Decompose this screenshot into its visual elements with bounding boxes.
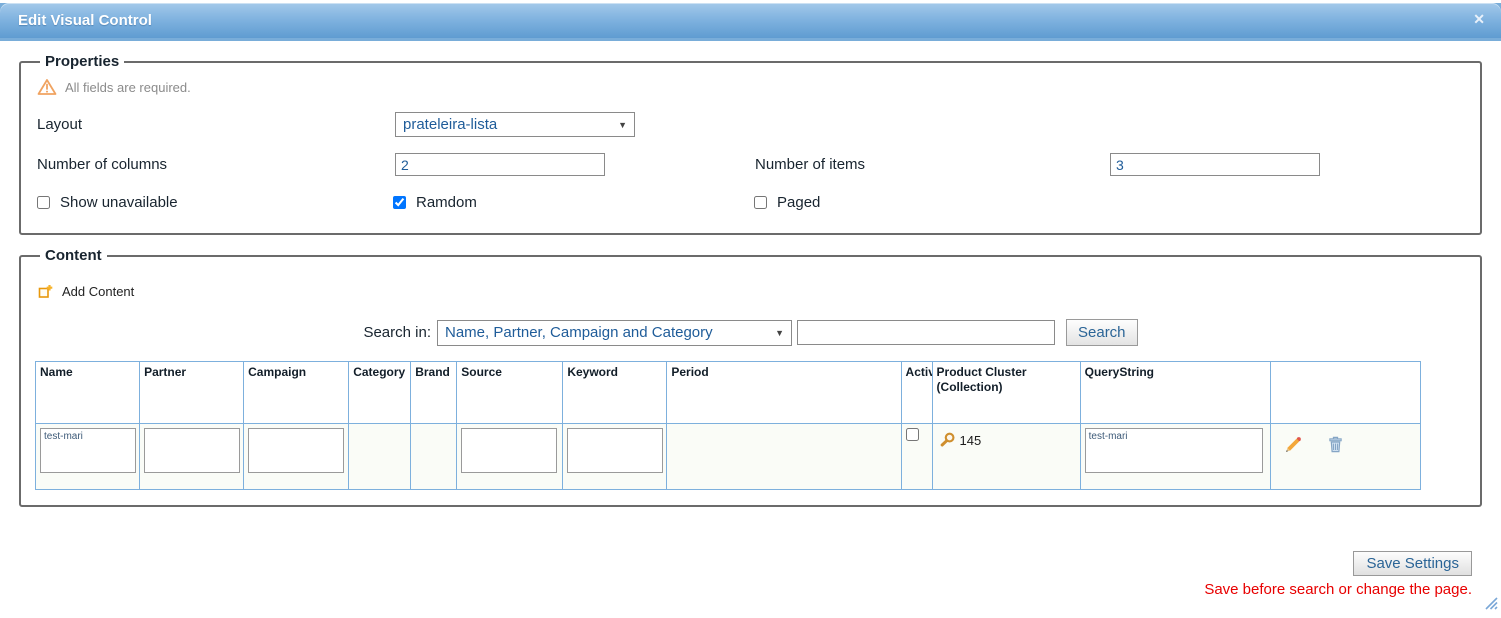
columns-label: Number of columns (35, 156, 395, 173)
cell-period (667, 424, 901, 490)
column-header-campaign: Campaign (244, 362, 349, 424)
cell-keyword (563, 424, 667, 490)
column-header-querystring: QueryString (1080, 362, 1270, 424)
dialog-titlebar-inner: Edit Visual Control ✕ (0, 3, 1501, 38)
column-header-product-cluster: Product Cluster (Collection) (932, 362, 1080, 424)
dialog-title: Edit Visual Control (18, 12, 152, 29)
resize-handle[interactable] (1481, 593, 1498, 615)
cell-querystring: test-mari (1080, 424, 1270, 490)
cell-category (349, 424, 411, 490)
required-note: All fields are required. (65, 80, 191, 95)
column-header-active: Activ (901, 362, 932, 424)
show-unavailable-group: Show unavailable (35, 194, 393, 211)
properties-section: Properties All fields are required. Layo… (19, 53, 1482, 235)
add-content-label: Add Content (62, 284, 134, 299)
content-table: Name Partner Campaign Category Brand Sou… (35, 361, 1421, 490)
search-input[interactable] (797, 320, 1055, 345)
layout-label: Layout (35, 116, 395, 133)
dialog-titlebar: Edit Visual Control ✕ (0, 3, 1501, 41)
numbers-row: Number of columns Number of items (35, 153, 1466, 176)
random-label: Ramdom (416, 194, 477, 211)
layout-select-value: prateleira-lista (403, 116, 497, 133)
show-unavailable-label: Show unavailable (60, 194, 178, 211)
cell-name: test-mari (36, 424, 140, 490)
show-unavailable-checkbox[interactable] (37, 196, 50, 209)
required-note-row: All fields are required. (37, 78, 1466, 96)
columns-input[interactable] (395, 153, 605, 176)
paged-group: Paged (754, 194, 820, 211)
cell-partner (140, 424, 244, 490)
paged-label: Paged (777, 194, 820, 211)
cluster-value: 145 (960, 433, 982, 448)
add-content-icon (38, 284, 53, 299)
table-row: test-mari (36, 424, 1421, 490)
column-header-category: Category (349, 362, 411, 424)
table-header-row: Name Partner Campaign Category Brand Sou… (36, 362, 1421, 424)
layout-row: Layout prateleira-lista ▼ (35, 112, 1466, 137)
content-legend: Content (40, 247, 107, 264)
save-warning-text: Save before search or change the page. (0, 581, 1472, 598)
checkbox-row: Show unavailable Ramdom Paged (35, 194, 1466, 211)
items-input[interactable] (1110, 153, 1320, 176)
items-label: Number of items (755, 156, 1110, 173)
search-button[interactable]: Search (1066, 319, 1138, 346)
querystring-field[interactable]: test-mari (1085, 428, 1263, 473)
column-header-actions (1270, 362, 1420, 424)
layout-select[interactable]: prateleira-lista ▼ (395, 112, 635, 137)
edit-visual-control-dialog: Edit Visual Control ✕ Properties All fie… (0, 3, 1501, 598)
column-header-period: Period (667, 362, 901, 424)
edit-icon[interactable] (1285, 436, 1302, 453)
chevron-down-icon: ▼ (618, 120, 627, 130)
column-header-keyword: Keyword (563, 362, 667, 424)
dialog-footer: Save Settings Save before search or chan… (0, 551, 1472, 598)
delete-icon[interactable] (1328, 436, 1343, 453)
keyword-field[interactable] (567, 428, 663, 473)
source-field[interactable] (461, 428, 557, 473)
properties-legend: Properties (40, 53, 124, 70)
cell-product-cluster: 145 (932, 424, 1080, 490)
cell-brand (411, 424, 457, 490)
warning-icon (37, 78, 57, 96)
search-in-label: Search in: (363, 324, 431, 341)
partner-field[interactable] (144, 428, 240, 473)
column-header-partner: Partner (140, 362, 244, 424)
column-header-name: Name (36, 362, 140, 424)
cell-campaign (244, 424, 349, 490)
search-scope-select[interactable]: Name, Partner, Campaign and Category ▼ (437, 320, 792, 346)
content-section: Content Add Content Search in: Name, Par… (19, 247, 1482, 507)
close-icon[interactable]: ✕ (1473, 12, 1485, 26)
column-header-source: Source (457, 362, 563, 424)
cell-active (901, 424, 932, 490)
add-content-link[interactable]: Add Content (38, 284, 1466, 299)
random-group: Ramdom (393, 194, 754, 211)
column-header-brand: Brand (411, 362, 457, 424)
campaign-field[interactable] (248, 428, 344, 473)
active-checkbox[interactable] (906, 428, 919, 441)
cell-actions (1270, 424, 1420, 490)
name-field[interactable]: test-mari (40, 428, 136, 473)
search-row: Search in: Name, Partner, Campaign and C… (35, 319, 1466, 346)
random-checkbox[interactable] (393, 196, 406, 209)
chevron-down-icon: ▼ (775, 328, 784, 338)
cluster-search-icon[interactable] (940, 432, 956, 448)
save-settings-button[interactable]: Save Settings (1353, 551, 1472, 576)
search-scope-value: Name, Partner, Campaign and Category (445, 324, 713, 341)
cell-source (457, 424, 563, 490)
paged-checkbox[interactable] (754, 196, 767, 209)
